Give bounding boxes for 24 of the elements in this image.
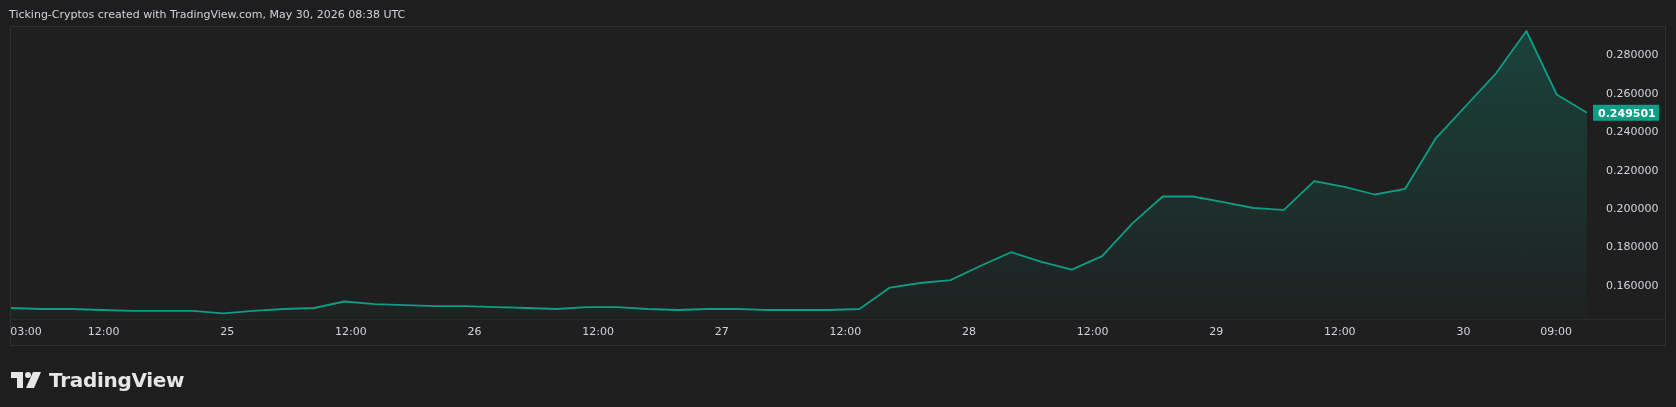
logo-icon xyxy=(11,372,41,388)
time-axis-label: 03:00 xyxy=(10,325,42,338)
time-axis-label: 28 xyxy=(961,325,976,338)
price-axis-label: 0.220000 xyxy=(1606,163,1659,177)
time-axis-label: 12:00 xyxy=(1076,325,1109,338)
time-axis-label: 09:00 xyxy=(1540,325,1572,338)
price-axis-label: 0.260000 xyxy=(1606,86,1659,100)
time-axis-label: 12:00 xyxy=(87,325,120,338)
price-axis-label: 0.180000 xyxy=(1606,240,1659,254)
time-axis-label: 27 xyxy=(714,325,729,338)
brand-name: TradingView xyxy=(49,368,185,392)
time-axis-label: 29 xyxy=(1209,325,1224,338)
time-axis-label: 25 xyxy=(220,325,235,338)
time-axis-label: 26 xyxy=(467,325,482,338)
time-axis-label: 30 xyxy=(1456,325,1471,338)
price-axis-label: 0.280000 xyxy=(1606,48,1659,62)
time-axis-label: 12:00 xyxy=(335,325,367,338)
price-axis-label: 0.240000 xyxy=(1606,125,1659,139)
time-axis-label: 12:00 xyxy=(582,325,614,338)
time-axis-label: 12:00 xyxy=(829,325,862,338)
price-axis-label: 0.200000 xyxy=(1606,202,1659,215)
chart-caption: Ticking-Cryptos created with TradingView.com, May 30, 2026 08:38 UTC xyxy=(8,7,407,23)
price-axis-label: 0.160000 xyxy=(1606,278,1659,292)
time-axis-label: 12:00 xyxy=(1323,325,1356,338)
